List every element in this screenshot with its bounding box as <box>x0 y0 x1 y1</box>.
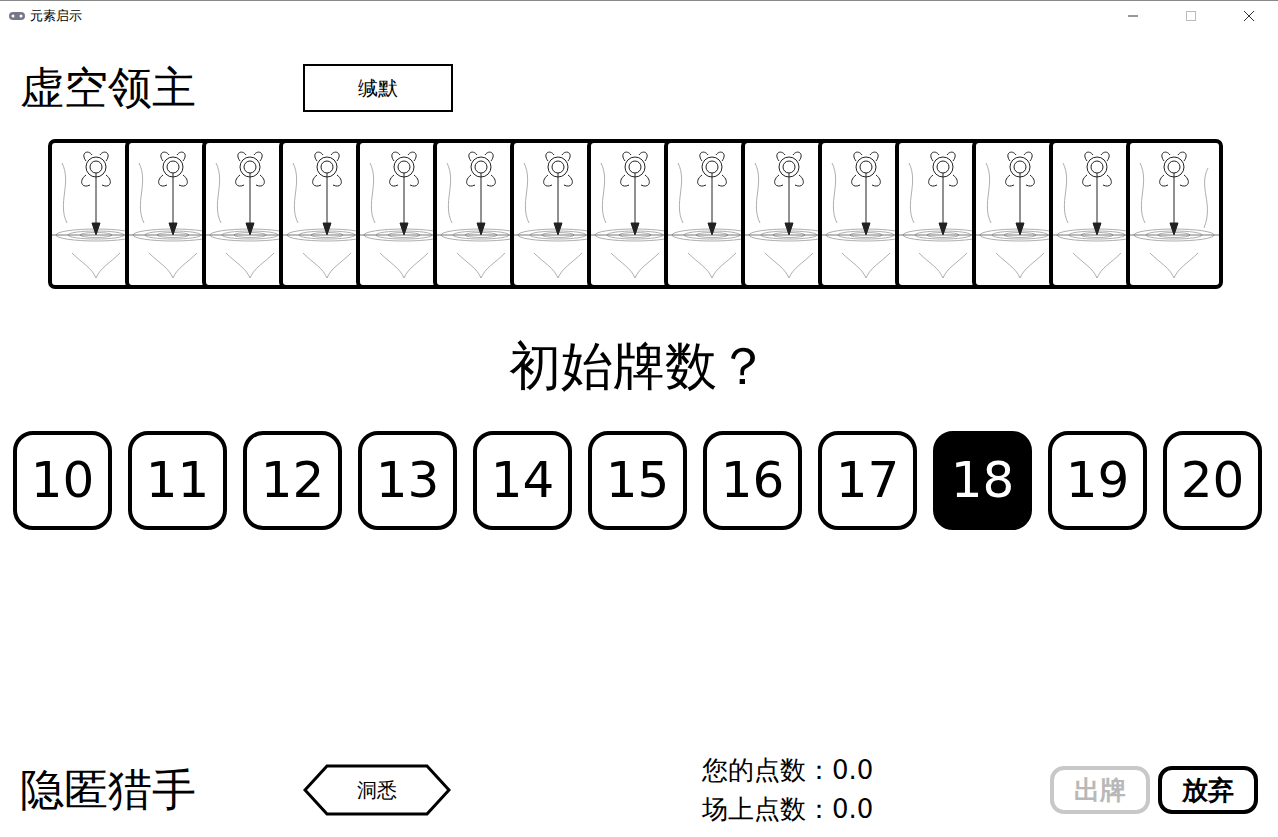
maximize-icon[interactable] <box>1162 1 1220 31</box>
player-name: 隐匿猎手 <box>0 764 303 817</box>
opponent-name: 虚空领主 <box>0 62 303 115</box>
opponent-status: 缄默 <box>303 64 453 112</box>
scores: 您的点数：0.0场上点数：0.0 <box>702 751 972 829</box>
player-row: 隐匿猎手洞悉您的点数：0.0场上点数：0.0出牌放弃 <box>0 751 1278 837</box>
count-label: 16 <box>721 443 785 518</box>
count-choice[interactable]: 16 <box>703 431 802 530</box>
count-label: 14 <box>491 443 555 518</box>
count-choice[interactable]: 15 <box>588 431 687 530</box>
count-choice[interactable]: 20 <box>1163 431 1262 530</box>
count-choice[interactable]: 12 <box>243 431 342 530</box>
count-choice[interactable]: 19 <box>1048 431 1147 530</box>
count-label: 10 <box>31 443 95 518</box>
button-label: 放弃 <box>1182 771 1234 810</box>
opponent-row: 虚空领主缄默 <box>0 62 1278 115</box>
opponent-hand <box>0 139 1278 289</box>
count-label: 18 <box>951 443 1015 518</box>
score-label: 场上点数： <box>702 794 832 824</box>
window-title: 元素启示 <box>30 6 82 26</box>
score-row: 场上点数：0.0 <box>702 790 972 829</box>
gamepad-icon <box>8 10 26 22</box>
close-icon[interactable] <box>1220 1 1278 31</box>
score-value: 0.0 <box>832 794 873 824</box>
player-status-text: 洞悉 <box>357 775 397 805</box>
forfeit-button[interactable]: 放弃 <box>1158 766 1258 814</box>
window-controls <box>1104 1 1278 31</box>
card-count-choices: 10 11 12 13 14 15 16 17 18 19 20 <box>0 431 1278 530</box>
count-label: 20 <box>1181 443 1245 518</box>
count-label: 12 <box>261 443 325 518</box>
count-label: 17 <box>836 443 900 518</box>
card-back <box>1126 139 1223 289</box>
minimize-icon[interactable] <box>1104 1 1162 31</box>
count-choice[interactable]: 14 <box>473 431 572 530</box>
count-label: 11 <box>146 443 210 518</box>
count-choice[interactable]: 17 <box>818 431 917 530</box>
button-label: 出牌 <box>1074 771 1126 810</box>
count-label: 13 <box>376 443 440 518</box>
score-value: 0.0 <box>832 755 873 785</box>
count-choice[interactable]: 11 <box>128 431 227 530</box>
title-bar: 元素启示 <box>0 0 1278 30</box>
player-status: 洞悉 <box>303 764 451 816</box>
play-button[interactable]: 出牌 <box>1050 766 1150 814</box>
count-choice[interactable]: 18 <box>933 431 1032 530</box>
count-label: 15 <box>606 443 670 518</box>
count-label: 19 <box>1066 443 1130 518</box>
count-choice[interactable]: 13 <box>358 431 457 530</box>
action-buttons: 出牌 放弃 <box>1050 766 1258 814</box>
score-row: 您的点数：0.0 <box>702 751 972 790</box>
count-choice[interactable]: 10 <box>13 431 112 530</box>
prompt-text: 初始牌数？ <box>0 335 1278 397</box>
score-label: 您的点数： <box>702 755 832 785</box>
